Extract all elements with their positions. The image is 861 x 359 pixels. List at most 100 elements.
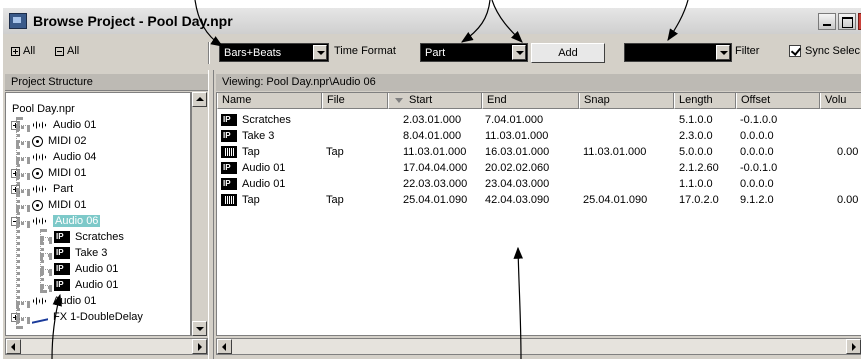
cell-end: 7.04.01.000 [485, 114, 544, 126]
tree-item[interactable]: Audio 04 [32, 149, 96, 165]
tree-item-label: Take 3 [75, 247, 108, 259]
fx-curve-icon [32, 310, 48, 324]
project-structure-header: Project Structure [5, 74, 208, 91]
tree-item-label: MIDI 02 [48, 135, 87, 147]
chevron-down-icon[interactable] [313, 45, 327, 60]
scroll-up-button[interactable] [192, 92, 207, 107]
audio-event-icon: IP [221, 178, 237, 191]
cell-start: 2.03.01.000 [403, 114, 462, 126]
table-row[interactable]: IP Audio 01 22.03.03.000 23.04.03.000 1.1.0.… [217, 176, 861, 192]
toolbar-separator [208, 42, 210, 64]
chevron-down-icon[interactable] [716, 45, 730, 60]
tree-item-label: FX 1-DoubleDelay [53, 311, 143, 323]
cell-snap: 25.04.01.090 [583, 194, 648, 206]
expand-all-button[interactable]: All [11, 45, 35, 57]
scroll-left-button[interactable] [6, 339, 21, 354]
column-header-name[interactable]: Name [217, 93, 322, 109]
tree-vertical-scrollbar[interactable] [191, 92, 207, 336]
table-header: Name File Start End Snap Length Offset V… [217, 93, 861, 109]
cell-offset: 0.0.0.0 [740, 178, 774, 190]
column-header-offset[interactable]: Offset [736, 93, 820, 109]
tree-connector-line [40, 229, 44, 293]
cell-name-text: Take 3 [242, 130, 275, 142]
tree-item[interactable]: IP Audio 01 [54, 277, 118, 293]
audio-event-icon: IP [54, 263, 70, 275]
tree-horizontal-scrollbar[interactable] [5, 338, 208, 355]
table-horizontal-scrollbar[interactable] [216, 338, 861, 355]
table-row[interactable]: IP Take 3 8.04.01.000 11.03.01.000 2.3.0.0 0.… [217, 128, 861, 144]
cell-volume: 0.00 [837, 194, 859, 206]
audio-part-icon [221, 146, 237, 159]
filter-label: Filter [735, 45, 760, 57]
time-format-dropdown[interactable]: Bars+Beats [219, 43, 329, 62]
tree-item[interactable]: FX 1-DoubleDelay [32, 309, 143, 325]
cell-start: 17.04.04.000 [403, 162, 468, 174]
cell-name-text: Tap [242, 146, 260, 158]
table-row[interactable]: Tap Tap 25.04.01.090 42.04.03.090 25.04.01.0… [217, 192, 861, 208]
tree-item[interactable]: Audio 01 [32, 293, 96, 309]
scroll-right-button[interactable] [192, 339, 207, 354]
column-header-start-label: Start [409, 94, 433, 106]
table-row[interactable]: IP Scratches 2.03.01.000 7.04.01.000 5.1.0.0… [217, 112, 861, 128]
cell-offset: 9.1.2.0 [740, 194, 774, 206]
tree-item[interactable]: MIDI 02 [32, 133, 87, 149]
project-structure-tree[interactable]: Pool Day.npr Audio 01 MIDI 02 Audio 04 MIDI … [5, 92, 191, 336]
scroll-right-button[interactable] [846, 339, 861, 354]
cell-name-text: Tap [242, 194, 260, 206]
expand-all-label: All [23, 45, 36, 57]
table-row[interactable]: Tap Tap 11.03.01.000 16.03.01.000 11.03.01.0… [217, 144, 861, 160]
scroll-down-button[interactable] [192, 321, 207, 336]
cell-end: 16.03.01.000 [485, 146, 550, 158]
sync-selection-checkbox[interactable]: Sync Selec [789, 45, 860, 57]
tree-item[interactable]: IP Audio 01 [54, 261, 118, 277]
tree-item-label: Audio 01 [53, 119, 97, 131]
filter-dropdown[interactable] [624, 43, 732, 62]
type-value: Part [425, 46, 446, 59]
tree-item-label: Part [53, 183, 74, 195]
chevron-down-icon[interactable] [512, 45, 526, 60]
checkbox-checked-icon[interactable] [789, 45, 801, 57]
audio-waveform-icon [32, 185, 48, 194]
tree-item-label: MIDI 01 [48, 167, 87, 179]
column-header-snap[interactable]: Snap [579, 93, 674, 109]
title-bar[interactable]: Browse Project - Pool Day.npr [3, 8, 861, 34]
viewing-path: Viewing: Pool Day.npr\Audio 06 [216, 74, 861, 91]
collapse-all-button[interactable]: All [55, 45, 79, 57]
tree-connector-line [16, 117, 20, 329]
minimize-button[interactable] [818, 13, 836, 30]
column-header-volume[interactable]: Volu [820, 93, 861, 109]
cell-end: 11.03.01.000 [485, 130, 549, 142]
cell-name: IP Audio 01 [221, 160, 285, 176]
tree-item[interactable]: Audio 01 [32, 117, 96, 133]
type-dropdown[interactable]: Part [420, 43, 528, 62]
column-header-length[interactable]: Length [674, 93, 736, 109]
audio-waveform-icon [32, 217, 48, 226]
cell-file: Tap [326, 194, 344, 206]
panel-splitter[interactable] [208, 70, 214, 359]
tree-item[interactable]: Audio 06 [32, 213, 101, 229]
tree-item[interactable]: Pool Day.npr [12, 101, 75, 117]
tree-item[interactable]: IP Scratches [54, 229, 124, 245]
tree-item[interactable]: Part [32, 181, 73, 197]
maximize-button[interactable] [838, 13, 856, 30]
tree-item[interactable]: IP Take 3 [54, 245, 107, 261]
audio-event-icon: IP [221, 114, 237, 127]
events-table[interactable]: Name File Start End Snap Length Offset V… [216, 92, 861, 336]
tree-item[interactable]: MIDI 01 [32, 165, 87, 181]
cell-length: 5.0.0.0 [679, 146, 713, 158]
audio-event-icon: IP [54, 279, 70, 291]
tree-item[interactable]: MIDI 01 [32, 197, 87, 213]
window-title: Browse Project - Pool Day.npr [33, 13, 233, 29]
add-button[interactable]: Add [531, 43, 605, 63]
table-row[interactable]: IP Audio 01 17.04.04.000 20.02.02.060 2.1.2.… [217, 160, 861, 176]
time-format-value: Bars+Beats [224, 46, 282, 59]
cell-start: 8.04.01.000 [403, 130, 462, 142]
cell-end: 20.02.02.060 [485, 162, 550, 174]
column-header-end[interactable]: End [482, 93, 579, 109]
column-header-start[interactable]: Start [388, 93, 482, 109]
sort-arrow-icon [395, 97, 403, 103]
column-header-file[interactable]: File [322, 93, 388, 109]
cell-name-text: Audio 01 [242, 162, 286, 174]
collapse-icon [55, 46, 64, 56]
scroll-left-button[interactable] [217, 339, 232, 354]
